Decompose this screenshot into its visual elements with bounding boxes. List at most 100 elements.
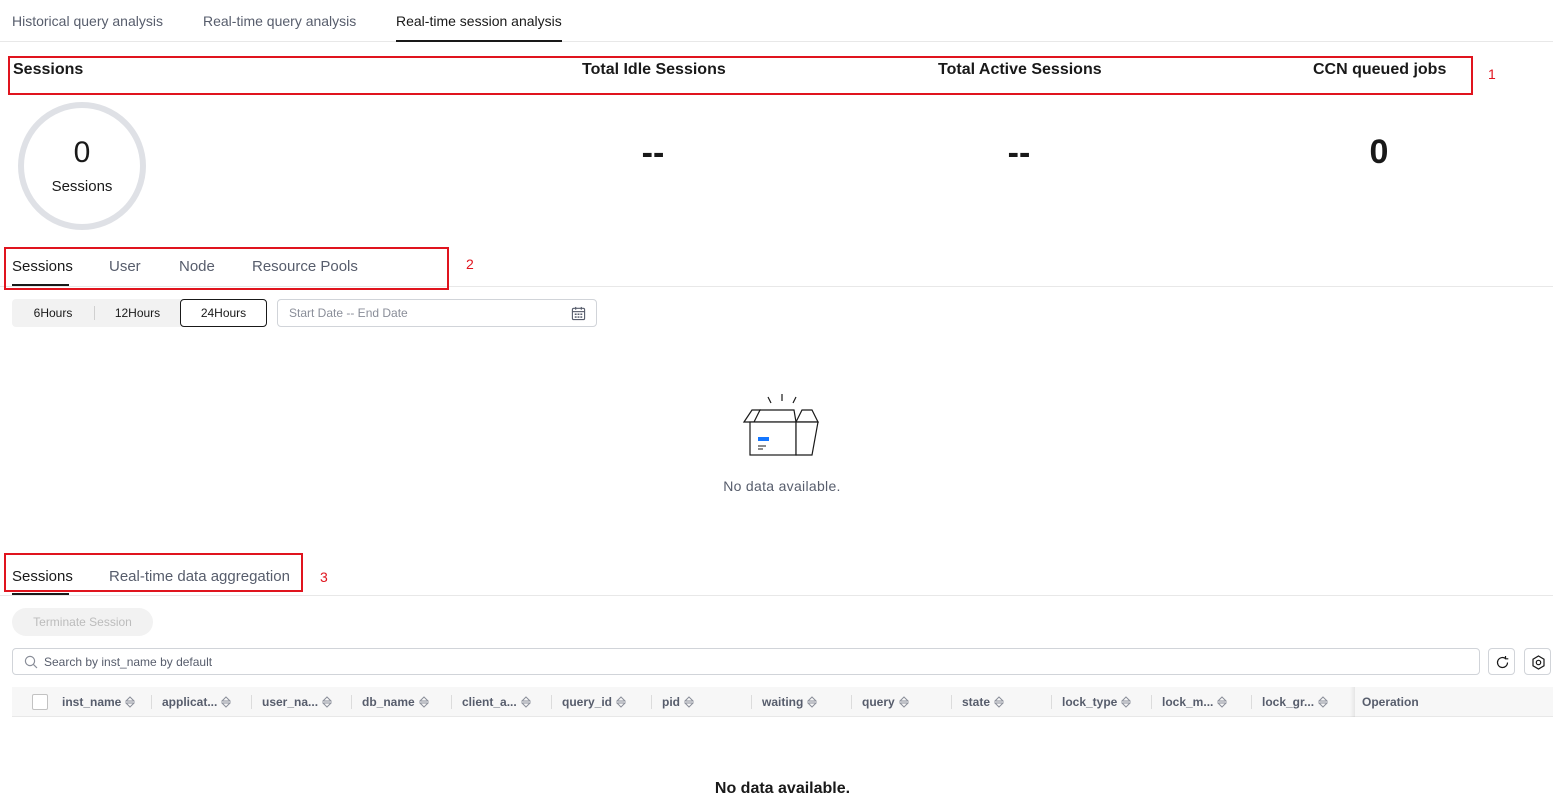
chart-tab-underline: [12, 284, 69, 286]
column-header-user-name[interactable]: user_na...: [262, 687, 333, 717]
column-header-waiting[interactable]: waiting: [762, 687, 818, 717]
settings-icon: [1532, 655, 1545, 670]
column-label: waiting: [762, 695, 804, 709]
table-tab-bar: Sessions Real-time data aggregation: [0, 555, 1553, 596]
column-header-db-name[interactable]: db_name: [362, 687, 429, 717]
column-header-lock-granted[interactable]: lock_gr...: [1262, 687, 1329, 717]
chart-tab-resource-pools[interactable]: Resource Pools: [252, 258, 358, 275]
annotation-number-3: 3: [320, 569, 328, 585]
column-label: lock_type: [1062, 695, 1118, 709]
tab-real-time-session-analysis[interactable]: Real-time session analysis: [396, 13, 562, 42]
sort-icon[interactable]: [221, 696, 232, 708]
column-divider[interactable]: [1251, 695, 1252, 709]
column-label: query: [862, 695, 895, 709]
sort-icon[interactable]: [807, 696, 818, 708]
column-label: query_id: [562, 695, 613, 709]
terminate-session-button[interactable]: Terminate Session: [12, 608, 153, 636]
search-input[interactable]: [44, 652, 1444, 671]
annotation-number-2: 2: [466, 256, 474, 272]
calendar-icon[interactable]: [571, 306, 586, 321]
sort-icon[interactable]: [520, 696, 531, 708]
chart-tab-user[interactable]: User: [109, 258, 141, 275]
table-header: inst_name applicat... user_na... db_name…: [12, 687, 1553, 717]
date-range-picker[interactable]: Start Date -- End Date: [277, 299, 597, 327]
column-divider[interactable]: [551, 695, 552, 709]
top-tab-bar: Historical query analysis Real-time quer…: [0, 0, 1553, 42]
total-idle-sessions-value: --: [641, 134, 665, 172]
column-divider[interactable]: [951, 695, 952, 709]
column-divider[interactable]: [751, 695, 752, 709]
ccn-queued-jobs-value: 0: [1369, 133, 1389, 171]
ccn-queued-jobs-title: CCN queued jobs: [1313, 61, 1447, 78]
table-tab-sessions[interactable]: Sessions: [12, 568, 73, 585]
time-range-selector: 6Hours 12Hours 24Hours: [12, 299, 267, 327]
sort-icon[interactable]: [684, 696, 694, 708]
date-range-placeholder: Start Date -- End Date: [289, 306, 408, 320]
column-label: state: [962, 695, 991, 709]
sort-icon[interactable]: [125, 696, 136, 708]
refresh-button[interactable]: [1488, 648, 1515, 675]
column-header-lock-type[interactable]: lock_type: [1062, 687, 1132, 717]
sort-icon[interactable]: [418, 696, 429, 708]
column-divider[interactable]: [1151, 695, 1152, 709]
column-header-inst-name[interactable]: inst_name: [62, 687, 136, 717]
column-label: user_na...: [262, 695, 319, 709]
column-divider[interactable]: [851, 695, 852, 709]
total-idle-sessions-title: Total Idle Sessions: [582, 61, 726, 78]
column-label: applicat...: [162, 695, 218, 709]
column-label: inst_name: [62, 695, 122, 709]
column-divider[interactable]: [1051, 695, 1052, 709]
column-label: db_name: [362, 695, 415, 709]
column-divider[interactable]: [451, 695, 452, 709]
column-header-query[interactable]: query: [862, 687, 909, 717]
sort-icon[interactable]: [1121, 696, 1132, 708]
column-label: client_a...: [462, 695, 517, 709]
chart-tab-sessions[interactable]: Sessions: [12, 258, 73, 275]
sort-icon[interactable]: [1318, 696, 1329, 708]
select-all-checkbox[interactable]: [32, 694, 48, 710]
column-header-client-addr[interactable]: client_a...: [462, 687, 531, 717]
time-range-24hours[interactable]: 24Hours: [180, 299, 267, 327]
table-tab-real-time-data-aggregation[interactable]: Real-time data aggregation: [109, 568, 290, 585]
column-label: pid: [662, 695, 680, 709]
chart-tab-bar: Sessions User Node Resource Pools: [0, 245, 1553, 287]
sort-icon[interactable]: [1217, 696, 1228, 708]
column-divider[interactable]: [651, 695, 652, 709]
table-tab-underline: [12, 593, 69, 595]
sessions-ring-chart: 0 Sessions: [18, 102, 146, 230]
column-header-operation: Operation: [1362, 695, 1419, 709]
settings-button[interactable]: [1524, 648, 1551, 675]
sort-icon[interactable]: [898, 696, 909, 708]
column-divider[interactable]: [151, 695, 152, 709]
refresh-icon: [1496, 656, 1509, 669]
search-icon: [24, 655, 38, 669]
annotation-number-1: 1: [1488, 66, 1496, 82]
total-active-sessions-title: Total Active Sessions: [938, 61, 1102, 78]
column-header-application[interactable]: applicat...: [162, 687, 232, 717]
chart-empty-text: No data available.: [723, 478, 841, 494]
tab-historical-query-analysis[interactable]: Historical query analysis: [12, 13, 163, 42]
sessions-count: 0: [73, 136, 91, 169]
column-divider[interactable]: [251, 695, 252, 709]
operation-column-shadow: [1350, 687, 1355, 717]
total-active-sessions-value: --: [1007, 134, 1031, 172]
sessions-ring-label: Sessions: [51, 178, 113, 195]
chart-tab-node[interactable]: Node: [179, 258, 215, 275]
sort-icon[interactable]: [322, 696, 333, 708]
table-empty-text: No data available.: [714, 780, 851, 797]
column-header-lock-mode[interactable]: lock_m...: [1162, 687, 1228, 717]
annotation-box-1: [8, 56, 1473, 95]
sessions-title: Sessions: [13, 61, 84, 78]
sort-icon[interactable]: [616, 696, 627, 708]
column-header-pid[interactable]: pid: [662, 687, 694, 717]
time-range-6hours[interactable]: 6Hours: [12, 299, 94, 327]
column-header-query-id[interactable]: query_id: [562, 687, 627, 717]
time-range-12hours[interactable]: 12Hours: [95, 299, 180, 327]
column-divider[interactable]: [351, 695, 352, 709]
column-header-state[interactable]: state: [962, 687, 1005, 717]
sort-icon[interactable]: [994, 696, 1005, 708]
tab-real-time-query-analysis[interactable]: Real-time query analysis: [203, 13, 356, 42]
column-label: lock_m...: [1162, 695, 1214, 709]
search-box: [12, 648, 1480, 675]
empty-box-icon: [742, 394, 819, 456]
